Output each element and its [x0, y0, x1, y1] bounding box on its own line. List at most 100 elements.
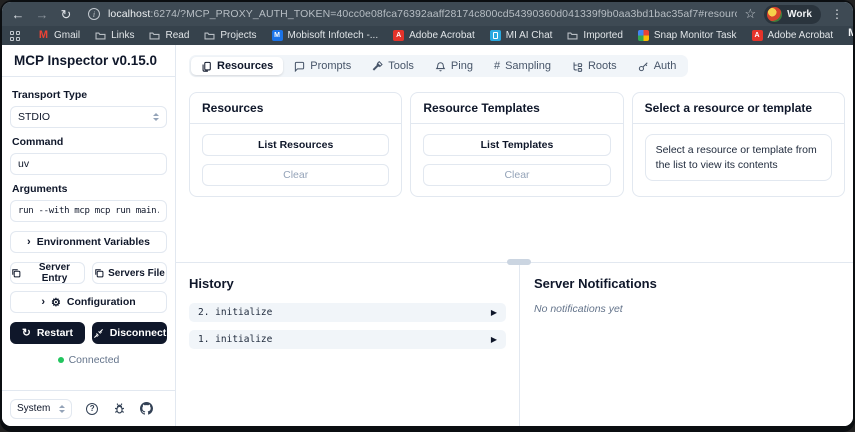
command-input[interactable]	[10, 153, 167, 175]
bookmark-gmail[interactable]: M Gmail	[38, 30, 80, 41]
tab-resources[interactable]: Resources	[191, 57, 283, 75]
bookmark-star-icon[interactable]: ☆	[745, 6, 757, 22]
tab-label: Tools	[388, 60, 414, 72]
restart-button[interactable]: ↻ Restart	[10, 322, 85, 344]
no-notifications-text: No notifications yet	[534, 303, 839, 315]
bookmark-label: Adobe Acrobat	[409, 30, 475, 41]
profile-name: Work	[787, 9, 812, 20]
folder-icon	[204, 30, 215, 41]
server-notifications-panel: Server Notifications No notifications ye…	[520, 263, 853, 426]
back-icon[interactable]: ←	[10, 8, 26, 21]
tab-label: Resources	[217, 60, 273, 72]
clear-templates-button[interactable]: Clear	[423, 164, 610, 186]
tab-bar: Resources Prompts Tools Ping	[189, 55, 688, 77]
arguments-label: Arguments	[12, 183, 165, 195]
tab-roots[interactable]: Roots	[562, 57, 627, 75]
browser-profile-chip[interactable]: Work	[764, 5, 821, 24]
select-chevrons-icon	[153, 113, 159, 121]
site-info-icon[interactable]: i	[88, 8, 100, 20]
bookmark-mobisoft-infotech[interactable]: M Mobisoft Infotech -...	[272, 30, 379, 41]
tab-auth[interactable]: Auth	[628, 57, 687, 75]
expand-arrow-icon: ▶	[491, 308, 497, 317]
tab-label: Auth	[654, 60, 677, 72]
resource-preview-card: Select a resource or template Select a r…	[632, 92, 845, 197]
bottom-panels: History 2. initialize ▶ 1. initialize ▶	[176, 263, 853, 426]
environment-variables-label: Environment Variables	[37, 236, 150, 248]
history-title: History	[189, 276, 506, 291]
tab-label: Roots	[588, 60, 617, 72]
key-icon	[638, 61, 649, 72]
servers-file-button[interactable]: Servers File	[92, 262, 167, 284]
history-item[interactable]: 2. initialize ▶	[189, 303, 506, 322]
mcp-inspector-app: MCP Inspector v0.15.0 Transport Type STD…	[2, 45, 853, 426]
hammer-icon	[372, 61, 383, 72]
github-icon[interactable]	[140, 402, 153, 415]
tab-sampling[interactable]: # Sampling	[484, 57, 561, 75]
disconnect-button[interactable]: Disconnect	[92, 322, 167, 344]
bookmark-snap-monitor-task[interactable]: Snap Monitor Task	[638, 30, 737, 41]
forward-icon[interactable]: →	[34, 8, 50, 21]
bell-icon	[435, 61, 446, 72]
command-label: Command	[12, 136, 165, 148]
history-item[interactable]: 1. initialize ▶	[189, 330, 506, 349]
snap-monitor-icon	[638, 30, 649, 41]
environment-variables-button[interactable]: › Environment Variables	[10, 231, 167, 253]
files-icon	[201, 61, 212, 72]
configuration-button[interactable]: › ⚙ Configuration	[10, 291, 167, 313]
arguments-input[interactable]	[10, 200, 167, 222]
gmail-icon: M	[38, 30, 49, 41]
server-notifications-title: Server Notifications	[534, 276, 839, 291]
bookmark-adobe-acrobat-1[interactable]: A Adobe Acrobat	[393, 30, 475, 41]
resources-card: Resources List Resources Clear	[189, 92, 402, 197]
history-item-label: 1. initialize	[198, 334, 272, 345]
list-templates-button[interactable]: List Templates	[423, 134, 610, 156]
server-entry-button[interactable]: Server Entry	[10, 262, 85, 284]
message-square-icon	[294, 61, 305, 72]
theme-value: System	[17, 403, 50, 414]
url-path: :6274/?MCP_PROXY_AUTH_TOKEN=40cc0e08fca7…	[150, 8, 736, 20]
tab-ping[interactable]: Ping	[425, 57, 483, 75]
bookmark-read[interactable]: Read	[149, 30, 189, 41]
bookmark-links[interactable]: Links	[95, 30, 134, 41]
app-title: MCP Inspector v0.15.0	[2, 45, 175, 77]
bookmark-adobe-acrobat-2[interactable]: A Adobe Acrobat	[752, 30, 834, 41]
chevron-right-icon: ›	[41, 296, 45, 308]
resources-tab-panel: Resources Prompts Tools Ping	[176, 45, 853, 263]
copy-icon	[94, 268, 104, 278]
theme-select[interactable]: System	[10, 399, 72, 419]
server-entry-label: Server Entry	[25, 262, 84, 284]
sidebar-footer: System ?	[2, 390, 175, 426]
bookmark-label: Gmail	[54, 30, 80, 41]
bookmarks-bar: M Gmail Links Read Projects M Mobisoft I…	[2, 26, 853, 45]
bookmark-projects[interactable]: Projects	[204, 30, 256, 41]
clear-resources-button[interactable]: Clear	[202, 164, 389, 186]
apps-grid-icon[interactable]	[10, 31, 20, 41]
address-bar[interactable]: localhost:6274/?MCP_PROXY_AUTH_TOKEN=40c…	[108, 8, 737, 20]
bug-icon[interactable]	[113, 402, 126, 415]
servers-file-label: Servers File	[108, 268, 165, 279]
bookmark-label: Projects	[220, 30, 256, 41]
help-icon[interactable]: ?	[86, 403, 98, 415]
browser-menu-icon[interactable]: ⋮	[829, 7, 845, 21]
bookmark-mi-ai-chat[interactable]: MI AI Chat	[490, 30, 553, 41]
reload-icon[interactable]: ↻	[58, 8, 74, 21]
folder-icon	[149, 30, 160, 41]
panel-resize-handle[interactable]	[507, 259, 531, 265]
tab-prompts[interactable]: Prompts	[284, 57, 361, 75]
bookmark-label: Snap Monitor Task	[654, 30, 737, 41]
bookmark-label: Adobe Acrobat	[768, 30, 834, 41]
sidebar: MCP Inspector v0.15.0 Transport Type STD…	[2, 45, 176, 426]
disconnect-label: Disconnect	[110, 327, 167, 339]
select-chevrons-icon	[59, 405, 65, 413]
transport-type-select[interactable]: STDIO	[10, 106, 167, 128]
list-resources-button[interactable]: List Resources	[202, 134, 389, 156]
bookmark-imported[interactable]: Imported	[567, 30, 622, 41]
browser-window-frame: ← → ↻ i localhost:6274/?MCP_PROXY_AUTH_T…	[0, 0, 855, 432]
logo-text-m: M	[848, 28, 853, 39]
bookmark-label: Imported	[583, 30, 622, 41]
tab-tools[interactable]: Tools	[362, 57, 424, 75]
history-panel: History 2. initialize ▶ 1. initialize ▶	[176, 263, 519, 426]
mobisoft-site-icon: M	[272, 30, 283, 41]
tab-label: Ping	[451, 60, 473, 72]
history-item-label: 2. initialize	[198, 307, 272, 318]
